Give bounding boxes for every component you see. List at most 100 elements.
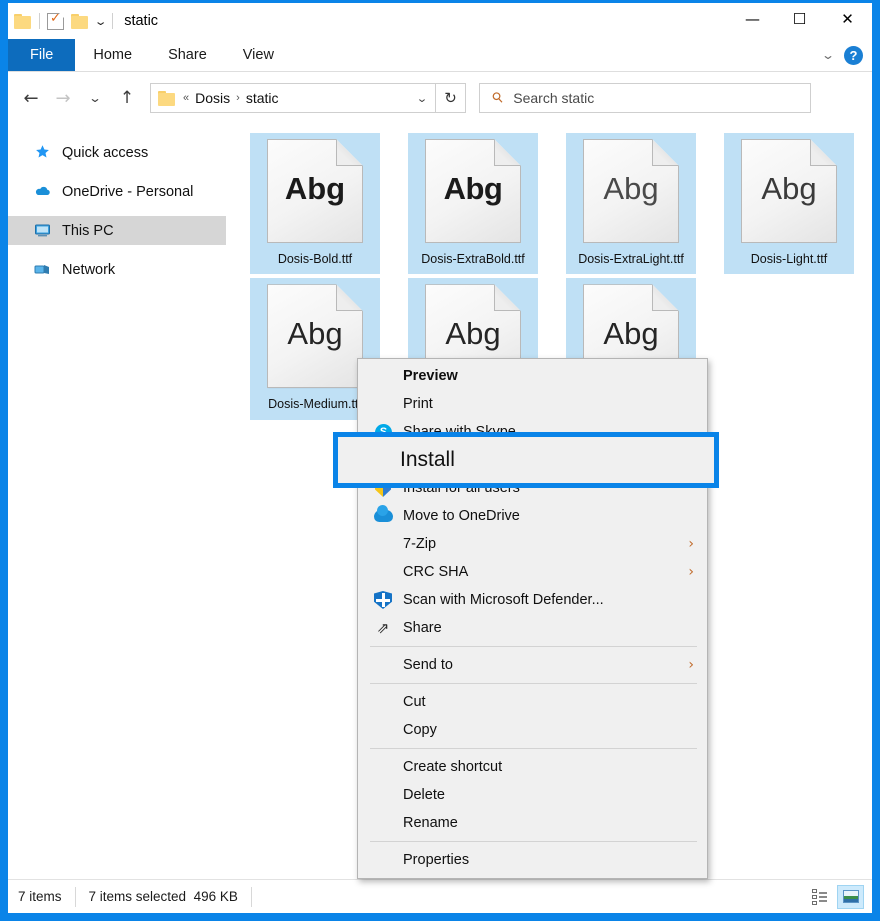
menu-item-cut[interactable]: Cut	[358, 688, 707, 716]
sidebar-label-onedrive: OneDrive - Personal	[62, 183, 194, 200]
font-file-icon: Abg	[267, 284, 363, 389]
properties-icon[interactable]	[47, 11, 64, 30]
font-preview-glyph: Abg	[603, 171, 659, 206]
breadcrumb-item-dosis[interactable]: Dosis	[195, 90, 230, 106]
details-view-button[interactable]	[806, 885, 833, 909]
maximize-button[interactable]: ☐	[776, 3, 823, 35]
page-fold-corner	[652, 284, 679, 312]
status-selection-text: 7 items selected	[88, 889, 187, 904]
file-name-label: Dosis-Bold.ttf	[277, 252, 353, 266]
recent-locations-button[interactable]: ⌄	[73, 83, 116, 113]
tab-share[interactable]: Share	[150, 39, 225, 71]
file-item-dosis-extralight[interactable]: Abg Dosis-ExtraLight.ttf	[566, 133, 696, 275]
navigation-pane: Quick access OneDrive - Personal This PC	[8, 124, 226, 879]
menu-item-send-to[interactable]: Send to ›	[358, 651, 707, 679]
sidebar-label-this-pc: This PC	[62, 222, 114, 239]
folder-icon[interactable]	[14, 13, 32, 29]
font-file-icon: Abg	[741, 139, 837, 243]
network-icon	[34, 261, 51, 278]
menu-item-share[interactable]: ⇗ Share	[358, 614, 707, 642]
status-bar: 7 items 7 items selected 496 KB	[8, 879, 872, 913]
menu-separator	[370, 646, 697, 647]
menu-item-print[interactable]: Print	[358, 390, 707, 418]
window-title: static	[124, 13, 159, 29]
chevron-right-icon: ›	[688, 564, 694, 580]
breadcrumb-item-static[interactable]: static	[246, 90, 279, 106]
menu-icon-slot	[372, 533, 394, 555]
title-bar: ⌄ static — ☐ ✕	[8, 3, 872, 39]
monitor-icon	[34, 222, 51, 239]
new-folder-icon[interactable]	[71, 13, 89, 29]
chevron-down-icon[interactable]: ⌄	[94, 16, 108, 27]
font-preview-glyph: Abg	[761, 171, 817, 206]
chevron-right-icon: ›	[688, 657, 694, 673]
status-selection: 7 items selected 496 KB	[76, 886, 252, 907]
back-button[interactable]: ←	[15, 83, 47, 113]
file-item-dosis-light[interactable]: Abg Dosis-Light.ttf	[724, 133, 854, 275]
font-preview-glyph: Abg	[443, 171, 503, 206]
address-input[interactable]: « Dosis › static ⌄	[150, 83, 436, 113]
cloud-icon	[34, 183, 51, 200]
font-preview-glyph: Abg	[284, 171, 346, 206]
quick-access-toolbar: ⌄	[8, 11, 114, 30]
menu-label-rename: Rename	[403, 815, 458, 831]
file-item-dosis-extrabold[interactable]: Abg Dosis-ExtraBold.ttf	[408, 133, 538, 275]
search-placeholder: Search static	[513, 90, 595, 106]
menu-icon-slot	[372, 691, 394, 713]
address-bar: ← → ⌄ ↑ « Dosis › static ⌄ ↻ ⚲ Search st…	[8, 72, 872, 124]
tab-view[interactable]: View	[225, 39, 292, 71]
file-row: Abg Dosis-Bold.ttf Abg Dosis-ExtraBold.t…	[250, 133, 872, 275]
large-icons-view-button[interactable]	[837, 884, 864, 909]
breadcrumb-prefix: «	[183, 92, 190, 104]
help-button[interactable]: ?	[844, 45, 863, 65]
minimize-button[interactable]: —	[729, 3, 776, 35]
star-icon	[34, 144, 51, 161]
file-name-label: Dosis-Light.ttf	[750, 252, 828, 266]
refresh-button[interactable]: ↻	[436, 83, 466, 113]
menu-item-crc-sha[interactable]: CRC SHA ›	[358, 558, 707, 586]
menu-label-send-to: Send to	[403, 657, 453, 673]
menu-icon-slot	[372, 393, 394, 415]
menu-label-print: Print	[403, 396, 433, 412]
menu-item-7-zip[interactable]: 7-Zip ›	[358, 530, 707, 558]
sidebar-item-network[interactable]: Network	[8, 255, 226, 284]
menu-item-copy[interactable]: Copy	[358, 716, 707, 744]
close-button[interactable]: ✕	[823, 3, 872, 35]
share-icon: ⇗	[376, 619, 390, 637]
menu-item-rename[interactable]: Rename	[358, 809, 707, 837]
install-highlight-box[interactable]: Install	[333, 432, 719, 488]
defender-icon	[372, 589, 394, 611]
status-item-count: 7 items	[8, 886, 76, 907]
ribbon-tabs: File Home Share View ⌄ ?	[8, 39, 872, 72]
search-input[interactable]: ⚲ Search static	[479, 83, 811, 113]
menu-icon-slot	[372, 365, 394, 387]
font-preview-glyph: Abg	[287, 316, 343, 352]
font-preview-glyph: Abg	[445, 316, 501, 352]
tab-file[interactable]: File	[8, 39, 76, 71]
menu-item-create-shortcut[interactable]: Create shortcut	[358, 753, 707, 781]
menu-label-create-shortcut: Create shortcut	[403, 759, 503, 775]
expand-ribbon-icon[interactable]: ⌄	[821, 48, 835, 62]
menu-item-move-to-onedrive[interactable]: Move to OneDrive	[358, 502, 707, 530]
menu-label-crc-sha: CRC SHA	[403, 564, 469, 580]
menu-item-preview[interactable]: Preview	[358, 362, 707, 390]
path-folder-icon	[158, 90, 176, 106]
menu-icon-slot	[372, 561, 394, 583]
file-name-label: Dosis-ExtraLight.ttf	[578, 252, 684, 266]
page-fold-corner	[652, 139, 679, 166]
file-item-dosis-bold[interactable]: Abg Dosis-Bold.ttf	[250, 133, 380, 275]
sidebar-item-onedrive[interactable]: OneDrive - Personal	[8, 177, 226, 206]
menu-icon-slot	[372, 654, 394, 676]
file-name-label: Dosis-Medium.ttf	[268, 397, 362, 412]
menu-item-properties[interactable]: Properties	[358, 846, 707, 874]
sidebar-item-this-pc[interactable]: This PC	[8, 216, 226, 245]
menu-item-delete[interactable]: Delete	[358, 781, 707, 809]
tab-home[interactable]: Home	[75, 39, 150, 71]
menu-item-scan-with-defender[interactable]: Scan with Microsoft Defender...	[358, 586, 707, 614]
menu-icon-slot	[372, 784, 394, 806]
search-icon: ⚲	[488, 88, 508, 108]
sidebar-item-quick-access[interactable]: Quick access	[8, 138, 226, 167]
address-dropdown-icon[interactable]: ⌄	[405, 84, 439, 112]
menu-label-share: Share	[403, 620, 442, 636]
menu-separator	[370, 841, 697, 842]
